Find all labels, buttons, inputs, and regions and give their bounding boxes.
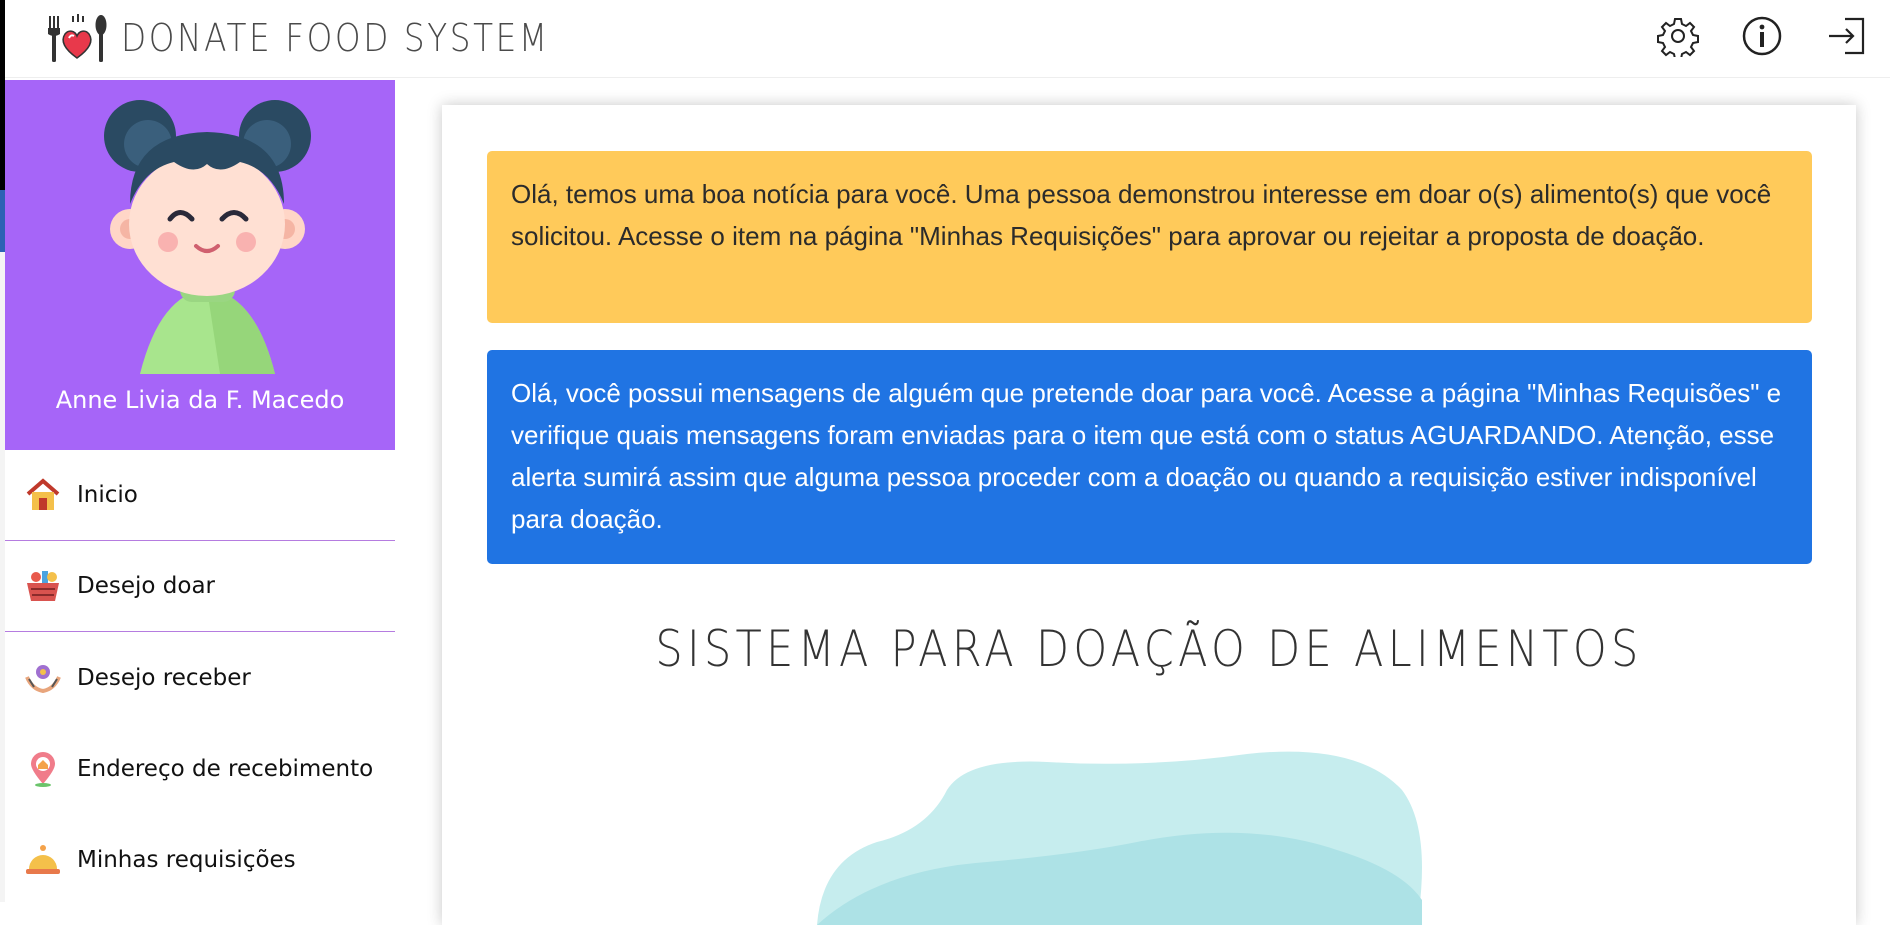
sidebar-item-label: Inicio bbox=[77, 482, 138, 508]
gear-icon bbox=[1657, 18, 1699, 57]
info-button[interactable] bbox=[1740, 14, 1784, 58]
sidebar-item-label: Minhas requisições bbox=[77, 846, 296, 873]
food-tray-icon bbox=[23, 840, 63, 880]
top-header: DONATE FOOD SYSTEM bbox=[5, 0, 1890, 78]
sidebar: Anne Livia da F. Macedo Inicio Desejo do… bbox=[5, 80, 395, 902]
header-actions bbox=[1656, 14, 1868, 58]
sidebar-item-label: Desejo receber bbox=[77, 664, 251, 691]
sidebar-item-minhas-requisicoes[interactable]: Minhas requisições bbox=[5, 814, 395, 905]
user-name: Anne Livia da F. Macedo bbox=[55, 386, 345, 414]
brand[interactable]: DONATE FOOD SYSTEM bbox=[45, 8, 619, 68]
main-content-card: Olá, temos uma boa notícia para você. Um… bbox=[442, 105, 1856, 925]
decorative-blob-illustration bbox=[817, 751, 1422, 925]
sidebar-item-inicio[interactable]: Inicio bbox=[5, 450, 395, 541]
logout-icon bbox=[1829, 17, 1865, 55]
donation-interest-alert: Olá, temos uma boa notícia para você. Um… bbox=[487, 151, 1812, 323]
page-title: SISTEMA PARA DOAÇÃO DE ALIMENTOS bbox=[655, 620, 1643, 678]
sidebar-item-label: Endereço de recebimento bbox=[77, 755, 374, 782]
food-basket-icon bbox=[23, 566, 63, 606]
sidebar-item-desejo-doar[interactable]: Desejo doar bbox=[5, 541, 395, 632]
info-icon bbox=[1742, 16, 1782, 56]
fork-heart-spoon-logo-icon bbox=[48, 14, 107, 62]
logout-button[interactable] bbox=[1824, 14, 1868, 58]
home-icon bbox=[23, 475, 63, 515]
location-pin-icon bbox=[23, 749, 63, 789]
sidebar-item-label: Desejo doar bbox=[77, 573, 215, 599]
sidebar-item-endereco[interactable]: Endereço de recebimento bbox=[5, 723, 395, 814]
user-profile: Anne Livia da F. Macedo bbox=[5, 80, 395, 450]
user-avatar bbox=[104, 100, 311, 374]
sidebar-item-desejo-receber[interactable]: Desejo receber bbox=[5, 632, 395, 723]
app-title: DONATE FOOD SYSTEM bbox=[121, 16, 550, 60]
settings-button[interactable] bbox=[1656, 14, 1700, 58]
receive-hands-icon bbox=[23, 658, 63, 698]
messages-alert: Olá, você possui mensagens de alguém que… bbox=[487, 350, 1812, 564]
